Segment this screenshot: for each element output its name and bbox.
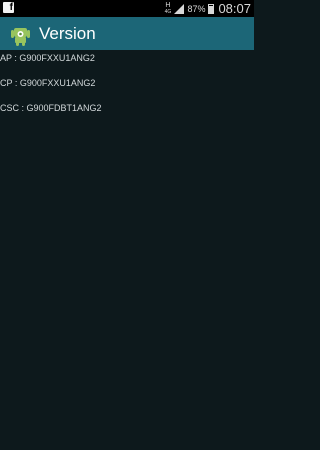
signal-icon	[174, 3, 185, 14]
csc-version: CSC : G900FDBT1ANG2	[0, 103, 102, 113]
status-icons: H 4G 87% 08:07	[164, 0, 251, 17]
battery-icon	[208, 3, 215, 14]
network-type-icon: H 4G	[164, 1, 172, 15]
status-bar: f H 4G 87% 08:07	[0, 0, 254, 17]
facebook-icon: f	[3, 2, 14, 13]
cp-version: CP : G900FXXU1ANG2	[0, 78, 96, 88]
clock: 08:07	[218, 1, 251, 16]
version-list: AP : G900FXXU1ANG2 CP : G900FXXU1ANG2 CS…	[0, 50, 254, 450]
android-icon[interactable]	[10, 22, 31, 46]
action-bar: Version	[0, 17, 254, 50]
page-title: Version	[39, 23, 96, 43]
ap-version: AP : G900FXXU1ANG2	[0, 53, 95, 63]
battery-percent: 87%	[187, 3, 206, 14]
